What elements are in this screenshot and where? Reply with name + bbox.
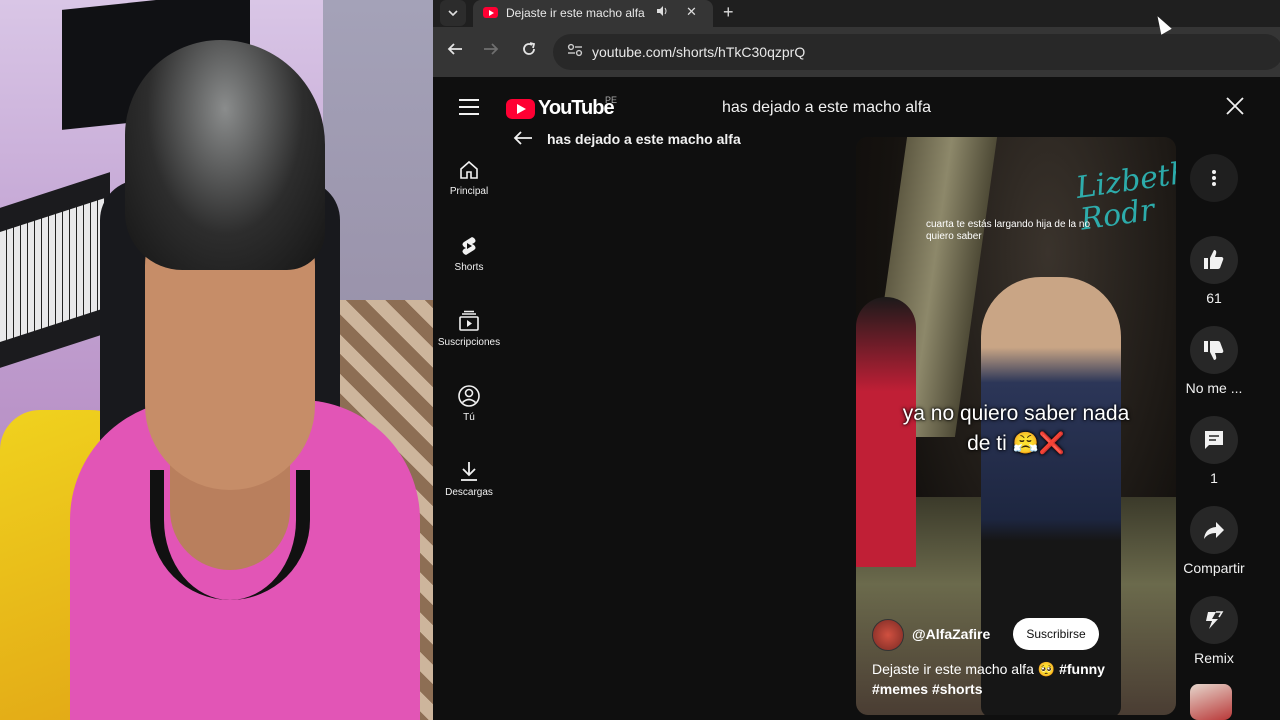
home-icon [457,158,481,182]
like-button[interactable]: 61 [1183,236,1245,306]
guide-item-home[interactable]: Principal [433,158,505,197]
browser-toolbar: youtube.com/shorts/hTkC30qzprQ [433,27,1280,77]
url-text[interactable]: youtube.com/shorts/hTkC30qzprQ [592,44,805,60]
guide-label: Principal [449,186,489,197]
shorts-icon [457,234,481,258]
tab-title: Dejaste ir este macho alfa [506,6,645,20]
guide-label: Shorts [454,262,484,273]
youtube-masthead: YouTube PE has dejado a este macho alfa [433,77,1280,137]
user-icon [457,384,481,408]
dislike-button[interactable]: No me ... [1183,326,1245,396]
address-bar[interactable]: youtube.com/shorts/hTkC30qzprQ [553,34,1280,70]
browser-tab[interactable]: Dejaste ir este macho alfa ✕ [473,0,713,27]
guide-item-subscriptions[interactable]: Suscripciones [433,309,505,348]
clear-search-button[interactable] [1225,96,1245,122]
share-button[interactable]: Compartir [1183,506,1245,576]
share-label: Compartir [1183,560,1245,576]
close-icon [1226,97,1244,115]
reload-icon [523,42,536,55]
video-caption: cuarta te estás largando hija de la no q… [926,219,1090,242]
back-button[interactable] [447,41,463,62]
share-icon [1204,522,1224,539]
guide-label: Tú [463,412,475,423]
guide-item-downloads[interactable]: Descargas [433,459,505,498]
search-box[interactable]: has dejado a este macho alfa [705,91,1280,127]
webcam-feed [0,0,433,720]
more-options-button[interactable] [1183,154,1245,202]
channel-row: @AlfaZafire Suscribirse [872,617,1172,651]
forward-button[interactable] [483,41,499,62]
search-suggestion-text[interactable]: has dejado a este macho alfa [547,131,741,147]
hashtag-link[interactable]: #memes [872,681,928,697]
arrow-left-icon [447,43,462,55]
guide-item-you[interactable]: Tú [433,384,505,423]
audio-thumbnail[interactable] [1190,684,1232,720]
youtube-favicon-icon [483,7,498,18]
tab-search-button[interactable] [440,0,466,26]
browser-window: Dejaste ir este macho alfa ✕ + youtube.c… [433,0,1280,720]
dislike-label: No me ... [1185,380,1243,396]
more-vert-icon [1212,170,1216,186]
hashtag-link[interactable]: #funny [1059,661,1105,677]
hamburger-menu-icon[interactable] [459,99,479,115]
new-tab-button[interactable]: + [723,2,734,23]
tab-strip: Dejaste ir este macho alfa ✕ + [433,0,1280,27]
comment-icon [1205,431,1223,449]
hashtag-link[interactable]: #shorts [932,681,983,697]
overlay-line-1: ya no quiero saber nada [902,402,1130,425]
remix-label: Remix [1194,650,1234,666]
search-input[interactable]: has dejado a este macho alfa [722,99,931,117]
speaker-icon[interactable] [656,5,668,20]
comment-count: 1 [1210,470,1218,486]
short-video-player[interactable]: Lizbeth Rodr cuarta te estás largando hi… [856,137,1176,715]
comments-button[interactable]: 1 [1183,416,1245,486]
arrow-left-icon[interactable] [513,129,533,152]
tab-close-button[interactable]: ✕ [686,4,697,20]
site-info-icon[interactable] [567,43,583,60]
subscriptions-icon [457,309,481,333]
guide-label: Descargas [445,487,493,498]
youtube-logo-text: YouTube [538,97,615,119]
guide-item-shorts[interactable]: Shorts [433,234,505,273]
subscribe-button[interactable]: Suscribirse [1013,618,1099,650]
short-title[interactable]: Dejaste ir este macho alfa 🥺 #funny #mem… [872,659,1152,699]
download-icon [457,459,481,483]
chevron-down-icon [448,10,458,17]
title-text: Dejaste ir este macho alfa 🥺 [872,661,1060,677]
arrow-right-icon [484,43,499,55]
country-code: PE [605,95,618,105]
thumbs-up-icon [1204,250,1224,269]
overlay-line-2: de ti 😤❌ [967,432,1065,455]
channel-name[interactable]: @AlfaZafire [912,626,990,642]
like-count: 61 [1206,290,1222,306]
remix-icon [1206,611,1224,629]
channel-avatar[interactable] [872,619,904,651]
reload-button[interactable] [521,41,537,62]
guide-label: Suscripciones [437,337,501,348]
video-overlay-text: ya no quiero saber nada de ti 😤❌ [856,399,1176,459]
remix-button[interactable]: Remix [1183,596,1245,666]
thumbs-down-icon [1204,341,1224,360]
youtube-play-icon [506,99,535,119]
